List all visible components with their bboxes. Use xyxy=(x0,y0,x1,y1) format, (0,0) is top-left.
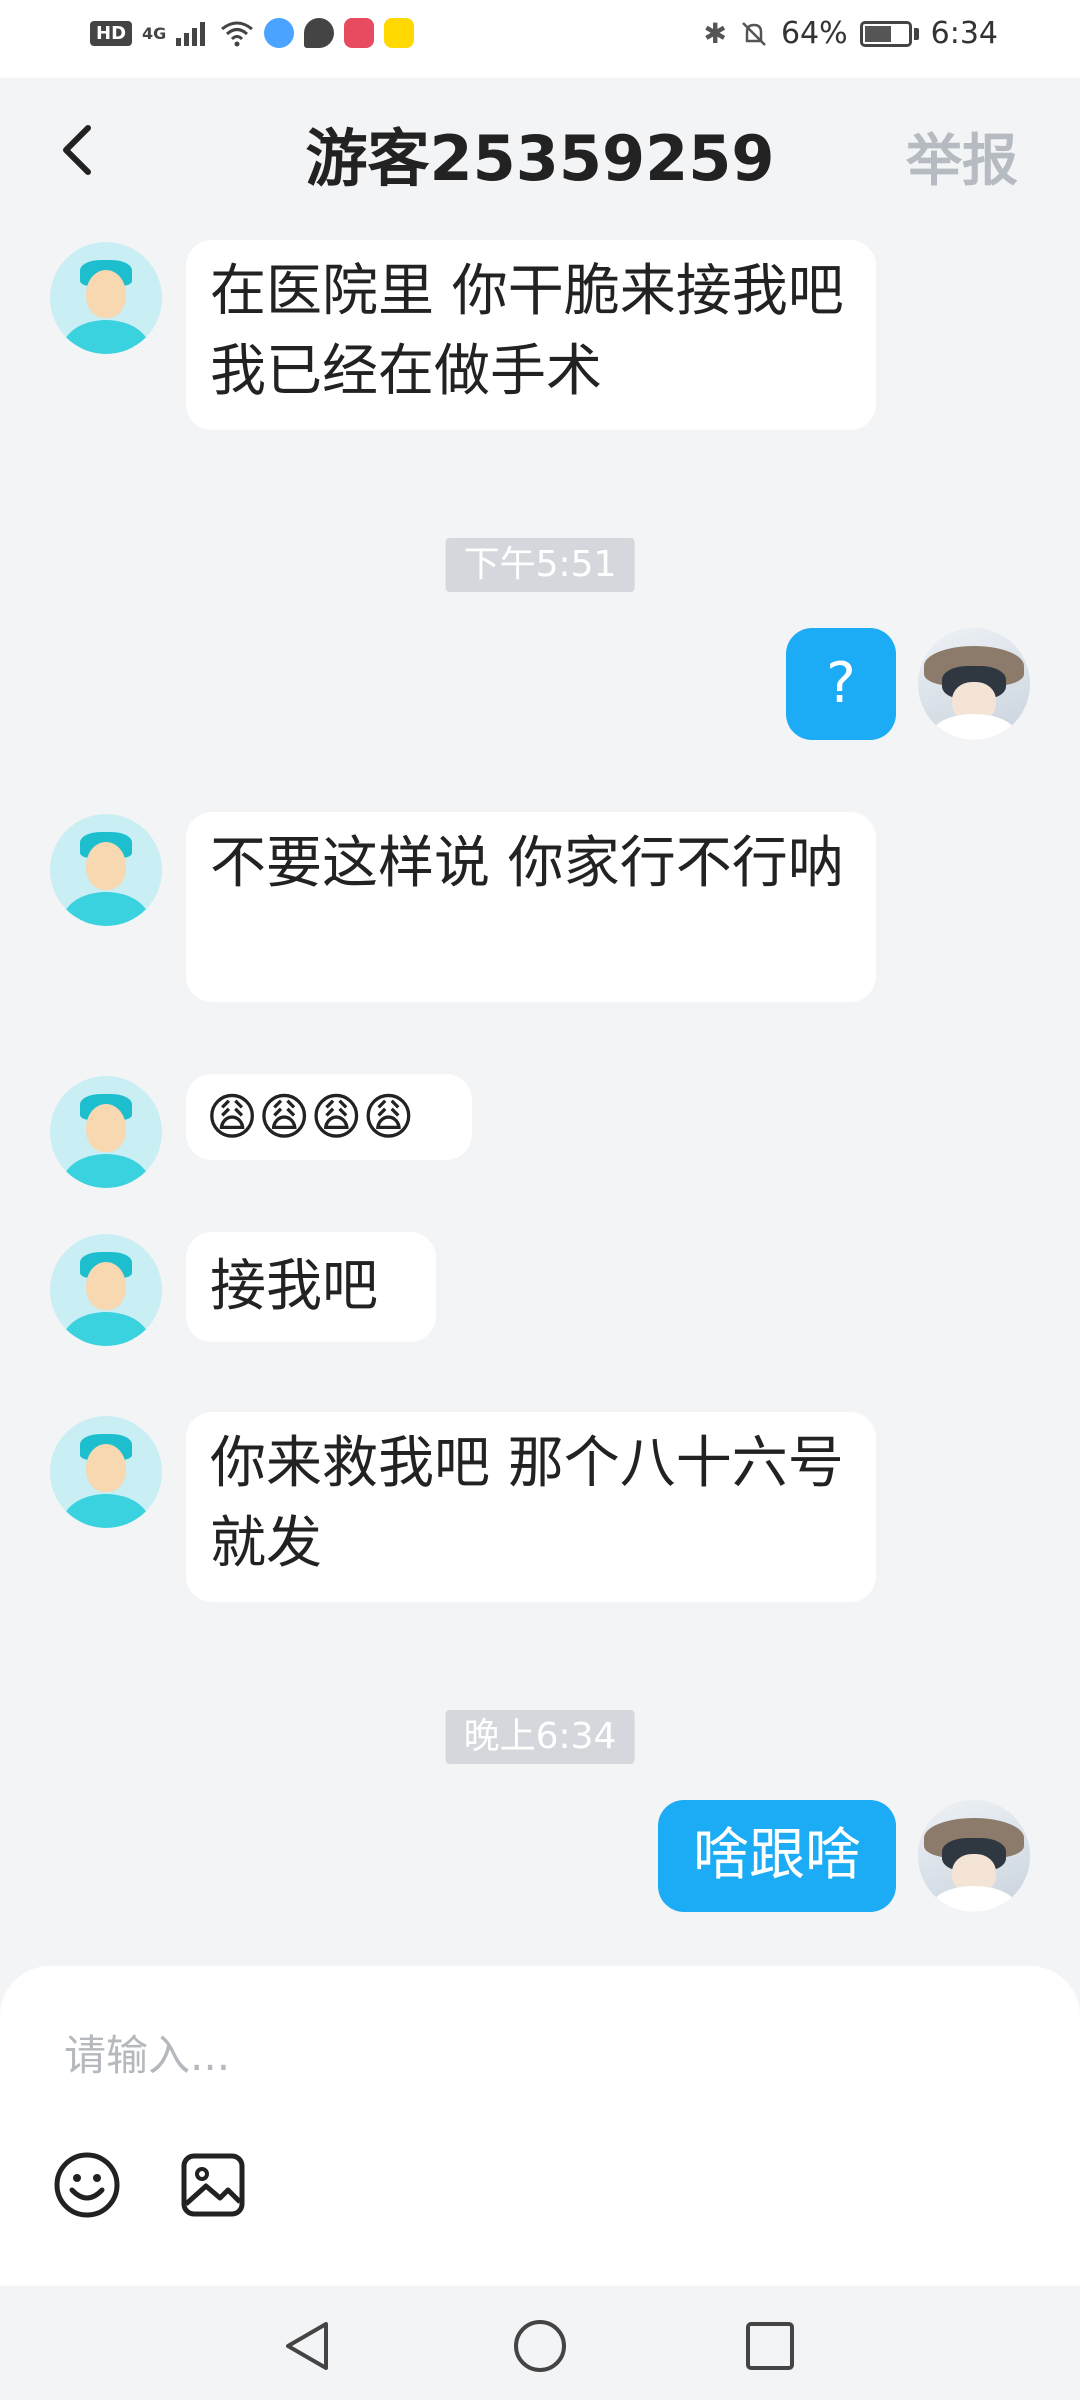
battery-percent: 64% xyxy=(780,16,848,51)
status-time: 6:34 xyxy=(930,16,998,51)
square-recents-icon xyxy=(746,2322,794,2370)
report-button[interactable]: 举报 xyxy=(906,116,1018,197)
message-bubble[interactable]: ? xyxy=(786,628,896,740)
mute-bell-icon xyxy=(742,21,766,46)
my-avatar[interactable] xyxy=(918,1800,1030,1912)
hd-icon: HD xyxy=(90,20,133,46)
emoji-button[interactable] xyxy=(52,2150,122,2220)
message-bubble[interactable]: 不要这样说 你家行不行呐 xyxy=(186,812,876,1002)
huawei-app-icon xyxy=(344,18,375,48)
system-recents-button[interactable] xyxy=(740,2316,800,2376)
image-button[interactable] xyxy=(178,2150,248,2220)
browser-app-icon xyxy=(264,18,295,48)
message-bubble[interactable]: 在医院里 你干脆来接我吧 我已经在做手术 xyxy=(186,240,876,430)
system-back-button[interactable] xyxy=(278,2316,338,2376)
network-type-label: 4G xyxy=(142,23,167,43)
kuaishou-app-icon xyxy=(384,18,415,48)
battery-icon xyxy=(859,20,912,47)
smiley-icon xyxy=(54,2152,120,2218)
system-navigation-bar xyxy=(0,2286,1080,2400)
message-input[interactable] xyxy=(62,2014,1006,2096)
input-panel xyxy=(0,1966,1080,2286)
peer-avatar[interactable] xyxy=(50,1076,162,1188)
chat-header: 游客25359259 举报 xyxy=(0,78,1080,222)
triangle-back-icon xyxy=(286,2322,328,2370)
emoji-message-bubble[interactable]: 😩😩😩😩 xyxy=(186,1074,472,1160)
message-bubble[interactable]: 啥跟啥 xyxy=(658,1800,896,1912)
message-app-icon xyxy=(304,18,335,48)
signal-bars-icon xyxy=(176,20,210,46)
message-bubble[interactable]: 你来救我吧 那个八十六号就发 xyxy=(186,1412,876,1602)
battery-tip xyxy=(913,27,919,40)
peer-avatar[interactable] xyxy=(50,1416,162,1528)
message-bubble[interactable]: 接我吧 xyxy=(186,1232,436,1342)
bluetooth-icon: ✱ xyxy=(703,17,727,50)
battery-level xyxy=(864,25,891,42)
peer-avatar[interactable] xyxy=(50,242,162,354)
image-icon xyxy=(181,2153,245,2217)
peer-avatar[interactable] xyxy=(50,1234,162,1346)
system-home-button[interactable] xyxy=(510,2316,570,2376)
status-bar: HD 4G ✱ 64% 6:34 xyxy=(0,0,1080,78)
status-bar-left: HD 4G xyxy=(90,18,415,48)
timestamp-label: 下午5:51 xyxy=(445,538,635,592)
status-bar-right: ✱ 64% 6:34 xyxy=(703,16,998,51)
timestamp-label: 晚上6:34 xyxy=(445,1710,635,1764)
peer-avatar[interactable] xyxy=(50,814,162,926)
wifi-icon xyxy=(221,21,254,47)
circle-home-icon xyxy=(514,2320,566,2372)
my-avatar[interactable] xyxy=(918,628,1030,740)
